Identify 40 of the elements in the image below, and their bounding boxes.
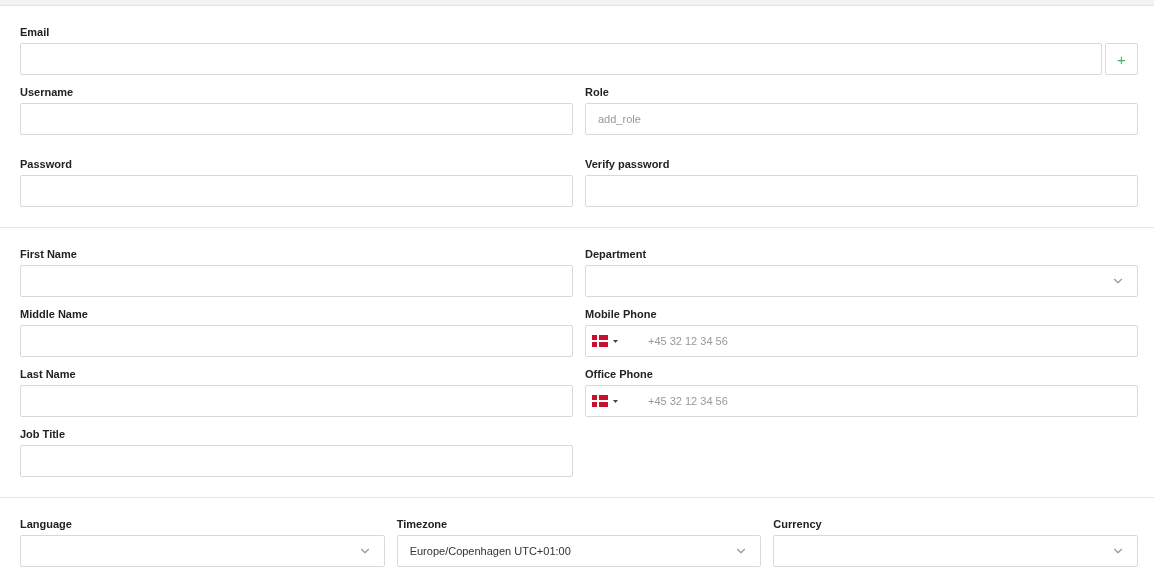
field-label: Currency [773,518,823,531]
phone-field[interactable]: +45 32 12 34 56 [585,325,1138,357]
select-field[interactable] [20,535,385,567]
field-label: Verify password [585,158,671,171]
caret-icon [613,339,618,343]
field-label: Timezone [396,518,449,531]
caret-icon [613,399,618,403]
field-label: Middle Name [20,308,89,321]
field-label: First Name [20,248,78,261]
input-field[interactable] [20,175,573,207]
phone-input[interactable]: +45 32 12 34 56 [648,335,1125,347]
field-label: Last Name [20,368,77,381]
field-label: Job Title [20,428,67,441]
input-field[interactable] [20,103,573,135]
select-field[interactable] [773,535,1138,567]
input-field[interactable] [20,265,573,297]
field-label: Username [20,86,75,99]
input-field[interactable] [585,175,1138,207]
select-field[interactable] [585,265,1138,297]
country-picker[interactable] [592,395,618,407]
input-field[interactable] [20,43,1102,75]
select-value: Europe/Copenhagen UTC+01:00 [409,545,572,557]
field-label: Language [20,518,73,531]
text-input[interactable]: add_role [598,113,1125,125]
field-label: Password [20,158,73,171]
input-field[interactable]: add_role [585,103,1138,135]
flag-icon [592,395,608,407]
phone-field[interactable]: +45 32 12 34 56 [585,385,1138,417]
phone-input[interactable]: +45 32 12 34 56 [648,395,1125,407]
country-picker[interactable] [592,335,618,347]
select-field[interactable]: Europe/Copenhagen UTC+01:00 [396,535,762,567]
input-field[interactable] [20,445,573,477]
field-label: Role [585,86,610,99]
input-field[interactable] [20,385,573,417]
field-label: Department [585,248,648,261]
field-label: Office Phone [585,368,654,381]
field-label: Mobile Phone [585,308,658,321]
field-label: Email [20,26,51,39]
flag-icon [592,335,608,347]
input-field[interactable] [20,325,573,357]
